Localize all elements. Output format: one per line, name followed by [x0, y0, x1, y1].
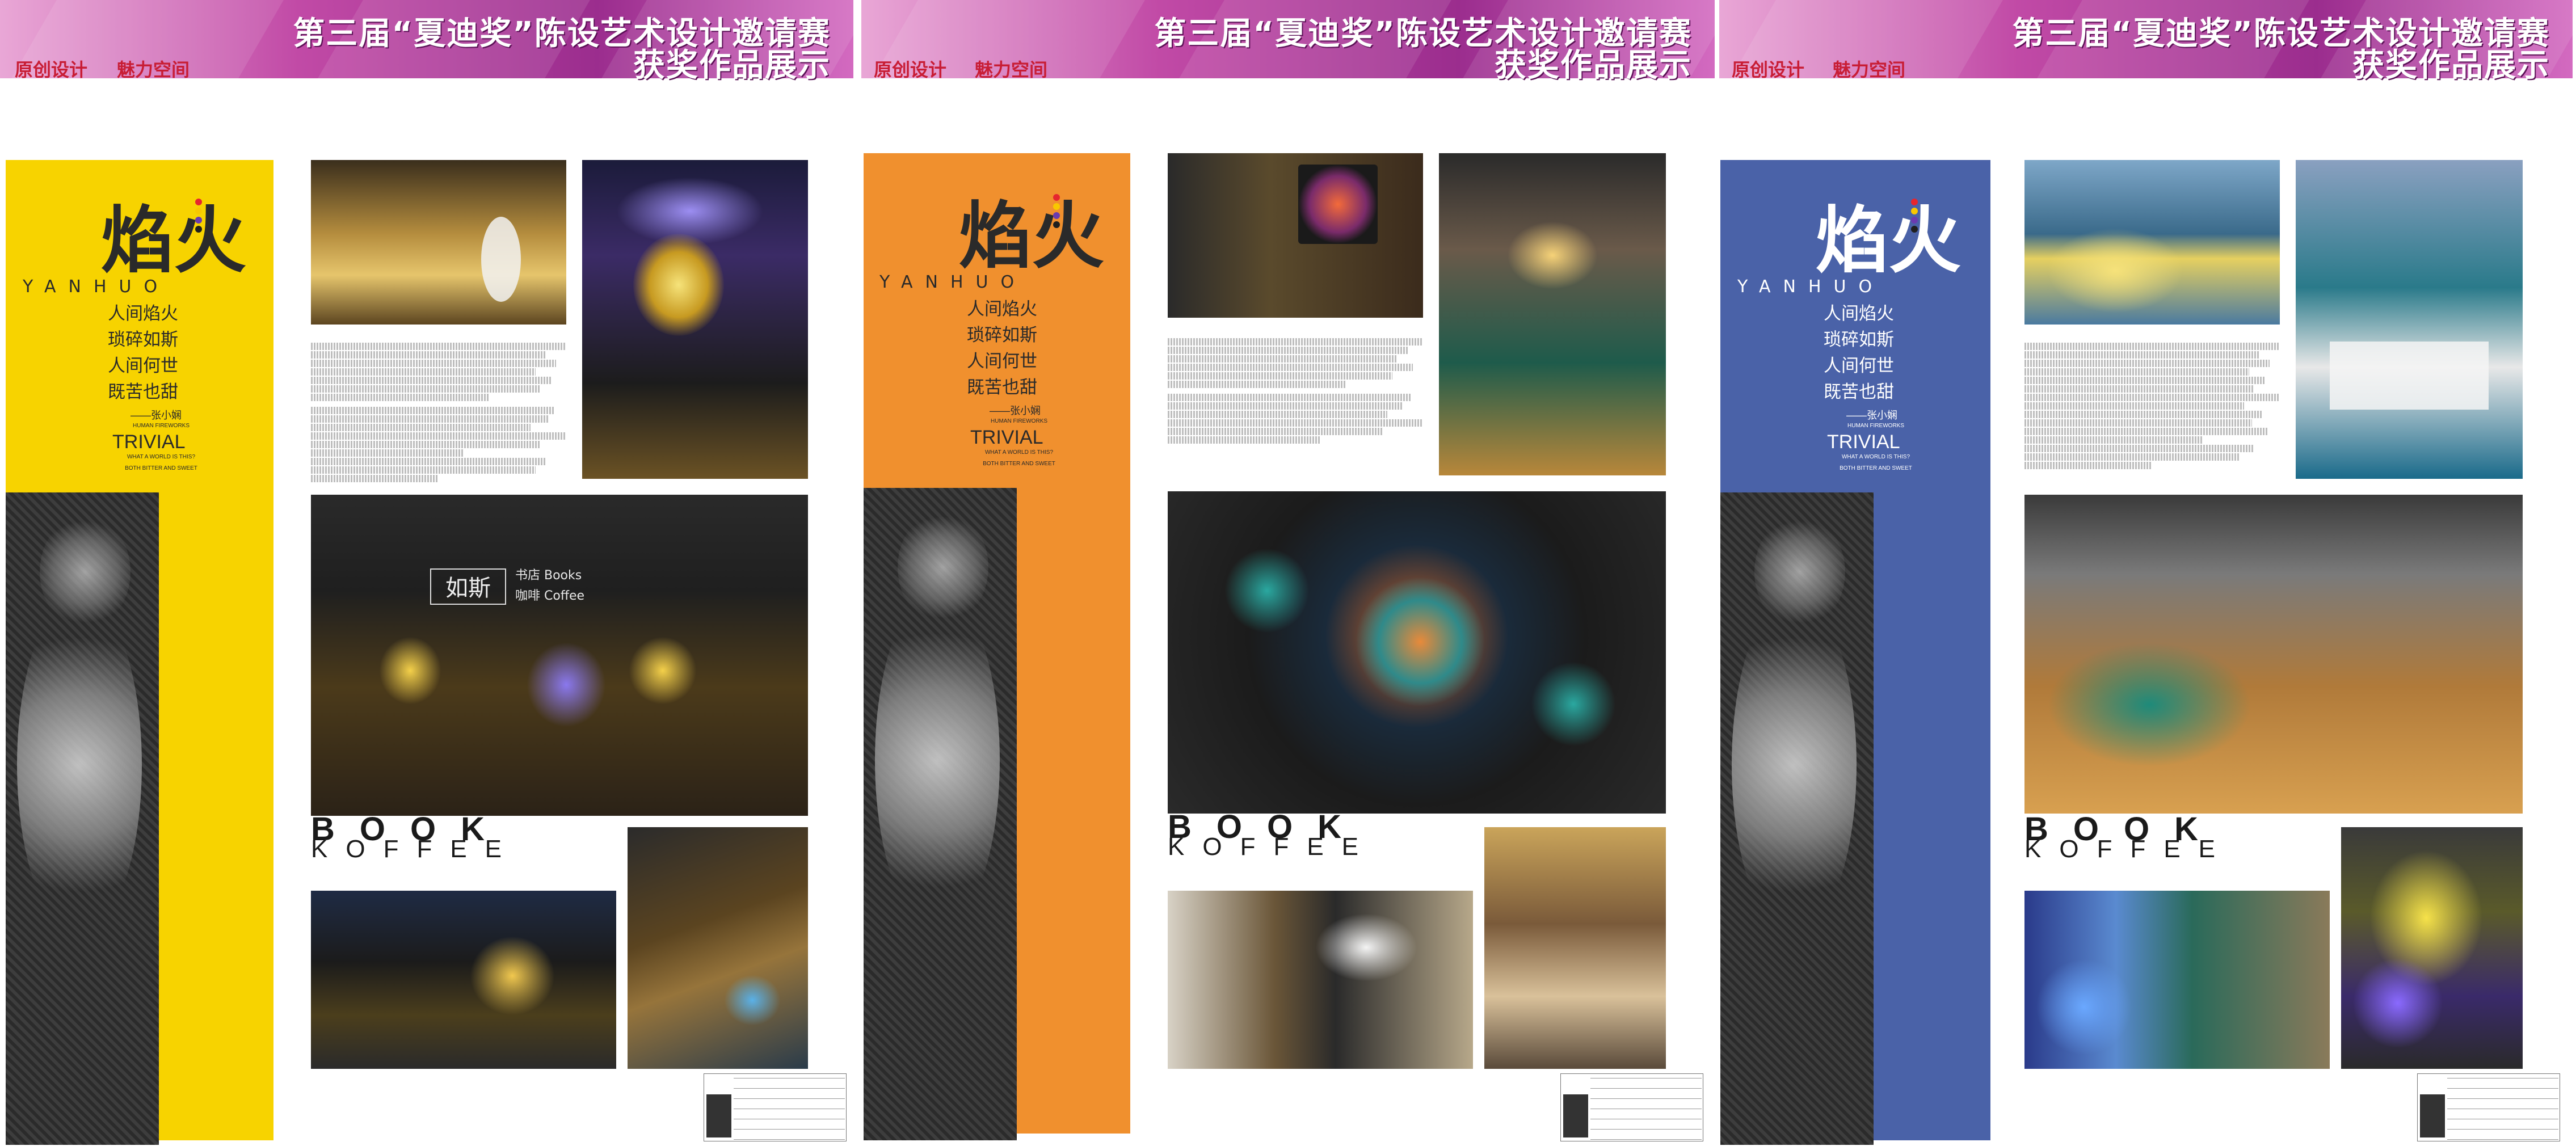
subtitle-charm: 魅力空间	[975, 59, 1048, 81]
info-stamp	[2417, 1073, 2560, 1141]
library-wall-photo	[1168, 153, 1423, 318]
poem-line: 琐碎如斯	[1824, 330, 1894, 350]
banner-subtitle: 获奖作品展示	[2352, 47, 2550, 84]
poem: 人间焰火 琐碎如斯 人间何世 既苦也甜	[108, 301, 178, 405]
chandelier-photo	[582, 160, 808, 479]
en-line: WHAT A WORLD IS THIS?	[1841, 454, 1910, 460]
poem-line: 既苦也甜	[108, 382, 178, 402]
color-dots-icon	[1911, 199, 1919, 235]
trivial-word: TRIVIAL	[970, 427, 1043, 448]
title-char: 焰火	[959, 193, 1105, 279]
subtitle-original: 原创设计	[874, 59, 947, 81]
description-text	[1168, 338, 1423, 445]
poem-line: 既苦也甜	[1824, 382, 1894, 402]
poem-line: 人间何世	[108, 356, 178, 376]
description-text	[311, 343, 566, 483]
yellow-chandelier-photo	[2341, 827, 2523, 1069]
en-line: BOTH BITTER AND SWEET	[983, 461, 1055, 467]
color-dots-icon	[195, 199, 203, 235]
storefront-logo: 如斯	[430, 568, 506, 605]
poem: 人间焰火 琐碎如斯 人间何世 既苦也甜	[967, 296, 1037, 401]
glass-art-photo	[2024, 891, 2330, 1069]
color-dots-icon	[1053, 194, 1061, 230]
poem-line: 琐碎如斯	[108, 330, 178, 350]
info-stamp	[1560, 1073, 1703, 1141]
dining-photo	[1439, 153, 1666, 475]
koffee-word: KOFFEE	[2024, 835, 2234, 863]
poster-panel-orange: 第三届“夏迪奖”陈设艺术设计邀请赛 获奖作品展示 原创设计 魅力空间 焰火 YA…	[861, 0, 1715, 1146]
pen-word: YANHUO	[1737, 277, 1885, 297]
signature: ——张小娴	[990, 405, 1041, 416]
title-char: 焰火	[1816, 198, 1962, 283]
pen-word: YANHUO	[879, 272, 1027, 292]
bedroom-photo	[2296, 160, 2523, 479]
poem-line: 人间焰火	[108, 304, 178, 324]
cafe-seating-photo	[2024, 495, 2523, 814]
en-line: BOTH BITTER AND SWEET	[125, 465, 197, 471]
banner-subtitle: 获奖作品展示	[1495, 47, 1692, 84]
mandala-closeup-photo	[1168, 491, 1666, 814]
trivial-word: TRIVIAL	[1827, 431, 1900, 453]
chandelier-photo-bw	[6, 492, 159, 1145]
banner-subtitle: 获奖作品展示	[633, 47, 831, 84]
subtitle-charm: 魅力空间	[1833, 59, 1906, 81]
en-line: HUMAN FIREWORKS	[133, 423, 190, 429]
interior-photo	[1168, 891, 1473, 1069]
exterior-photo	[311, 891, 616, 1069]
poem-line: 既苦也甜	[967, 377, 1037, 398]
staircase-photo	[1484, 827, 1666, 1069]
signature: ——张小娴	[1846, 410, 1897, 421]
en-line: WHAT A WORLD IS THIS?	[984, 449, 1054, 456]
poem-line: 人间何世	[967, 351, 1037, 372]
en-line: WHAT A WORLD IS THIS?	[127, 454, 196, 460]
poem-line: 人间焰火	[1824, 304, 1894, 324]
chair-photo	[628, 827, 808, 1069]
poster-panel-blue: 第三届“夏迪奖”陈设艺术设计邀请赛 获奖作品展示 原创设计 魅力空间 焰火 YA…	[1719, 0, 2573, 1146]
poem-line: 人间焰火	[967, 299, 1037, 319]
en-line: BOTH BITTER AND SWEET	[1840, 465, 1912, 471]
chandelier-photo-bw	[1720, 492, 1874, 1145]
chandelier-photo-bw	[864, 488, 1017, 1140]
title-char: 焰火	[101, 198, 247, 283]
signature: ——张小娴	[131, 410, 182, 421]
poster-panel-yellow: 第三届“夏迪奖”陈设艺术设计邀请赛 获奖作品展示 原创设计 魅力空间 焰火 YA…	[0, 0, 853, 1146]
koffee-word: KOFFEE	[311, 835, 520, 863]
koffee-word: KOFFEE	[1168, 833, 1377, 861]
poem-line: 琐碎如斯	[967, 325, 1037, 346]
bookshelf-photo	[311, 160, 566, 325]
pen-word: YANHUO	[23, 277, 170, 297]
subtitle-original: 原创设计	[15, 59, 88, 81]
ceiling-art-photo	[2024, 160, 2280, 325]
subtitle-charm: 魅力空间	[117, 59, 190, 81]
sign-coffee: 咖啡 Coffee	[515, 589, 585, 603]
trivial-word: TRIVIAL	[112, 431, 186, 453]
poem-line: 人间何世	[1824, 356, 1894, 376]
subtitle-original: 原创设计	[1732, 59, 1805, 81]
storefront-photo: 如斯 书店 Books 咖啡 Coffee	[311, 495, 808, 816]
description-text	[2024, 343, 2280, 470]
en-line: HUMAN FIREWORKS	[991, 418, 1047, 424]
en-line: HUMAN FIREWORKS	[1847, 423, 1904, 429]
sign-books: 书店 Books	[515, 568, 582, 583]
info-stamp	[704, 1073, 847, 1141]
poem: 人间焰火 琐碎如斯 人间何世 既苦也甜	[1824, 301, 1894, 405]
